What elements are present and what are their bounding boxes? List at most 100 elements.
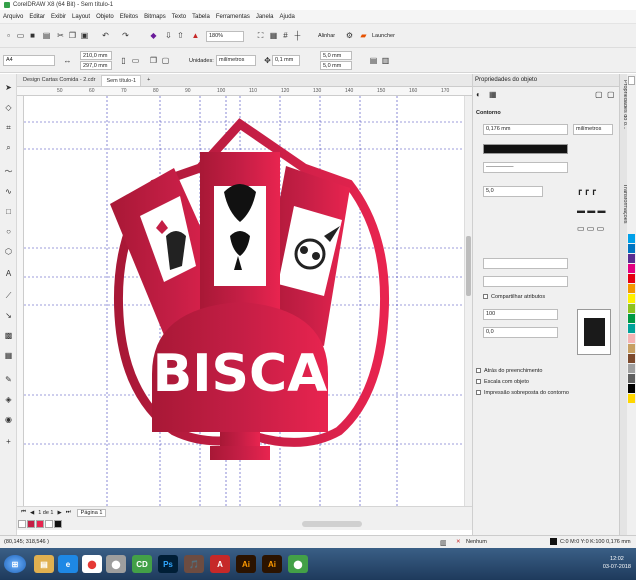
open-icon[interactable]: ▭ <box>15 30 26 41</box>
color-swatch[interactable] <box>628 244 635 253</box>
menu-efeitos[interactable]: Efeitos <box>120 14 138 20</box>
pdf-export-icon[interactable]: ▲ <box>190 30 201 41</box>
menu-ajuda[interactable]: Ajuda <box>280 14 295 20</box>
color-swatch[interactable] <box>628 364 635 373</box>
rectangle-tool-icon[interactable]: □ <box>3 206 14 217</box>
eyedropper-icon[interactable]: ✎ <box>3 374 14 385</box>
illustrator-second-icon[interactable]: Ai <box>262 555 282 573</box>
nudge-field[interactable]: 0,1 mm <box>272 55 300 66</box>
app-icon[interactable]: ⬤ <box>106 555 126 573</box>
new-document-icon[interactable]: ▫ <box>3 30 14 41</box>
first-page-icon[interactable]: ⏮ <box>21 509 26 516</box>
landscape-icon[interactable]: ▭ <box>130 55 141 66</box>
panel-options-icon[interactable]: ▢ <box>595 90 603 99</box>
tab-sem-titulo[interactable]: Sem título-1 <box>101 75 142 86</box>
coreldraw-icon[interactable]: CD <box>132 555 152 573</box>
color-swatch[interactable] <box>628 264 635 273</box>
behind-fill-checkbox[interactable]: Atrás do preenchimento <box>476 368 542 374</box>
zoom-tool-icon[interactable]: ⌕ <box>3 142 14 153</box>
redo-icon[interactable]: ↷ <box>120 30 131 41</box>
line-cap-icon[interactable]: ▬ ▬ ▬ <box>577 206 605 215</box>
angle-field[interactable]: 0,0 <box>483 327 558 338</box>
color-swatch[interactable] <box>628 344 635 353</box>
save-icon[interactable]: ■ <box>27 30 38 41</box>
current-page-icon[interactable]: ▢ <box>160 55 171 66</box>
fill-tab-icon[interactable]: ◐ <box>476 90 481 99</box>
add-tool-icon[interactable]: + <box>3 436 14 447</box>
page-tab[interactable]: Página 1 <box>76 508 107 517</box>
polygon-tool-icon[interactable]: ⬡ <box>3 246 14 257</box>
parallel-dimension-icon[interactable]: ⟋ <box>3 290 14 301</box>
menu-ferramentas[interactable]: Ferramentas <box>216 14 250 20</box>
system-clock[interactable]: 12:02 03-07-2018 <box>603 555 631 571</box>
zoom-level-field[interactable]: 180% <box>206 31 244 42</box>
photoshop-icon[interactable]: Ps <box>158 555 178 573</box>
print-icon[interactable]: ▤ <box>41 30 52 41</box>
export-icon[interactable]: ⇧ <box>175 30 186 41</box>
connector-tool-icon[interactable]: ↘ <box>3 310 14 321</box>
crop-tool-icon[interactable]: ⌗ <box>3 122 14 133</box>
page-background-icon[interactable]: ▥ <box>380 55 391 66</box>
color-swatch[interactable] <box>628 334 635 343</box>
start-button-icon[interactable]: ⊞ <box>4 555 26 573</box>
menu-editar[interactable]: Editar <box>29 14 45 20</box>
overprint-checkbox[interactable]: Impressão sobreposta do contorno <box>476 390 569 396</box>
outline-units-select[interactable]: milímetros <box>573 124 613 135</box>
position-icon[interactable]: ▭ ▭ ▭ <box>577 224 604 233</box>
settings-gear-icon[interactable]: ⚙ <box>344 30 355 41</box>
vertical-ruler[interactable] <box>17 96 24 506</box>
menu-layout[interactable]: Layout <box>72 14 90 20</box>
menu-janela[interactable]: Janela <box>256 14 274 20</box>
color-swatch-none[interactable] <box>628 76 635 85</box>
share-attributes-checkbox[interactable]: Compartilhar atributos <box>483 294 545 300</box>
snap-to-label[interactable]: Alinhar <box>318 33 335 39</box>
color-swatch[interactable] <box>628 354 635 363</box>
copy-icon[interactable]: ❐ <box>67 30 78 41</box>
launcher-label[interactable]: Launcher <box>372 33 395 39</box>
horizontal-scrollbar[interactable] <box>302 521 362 527</box>
rulers-icon[interactable]: ▦ <box>268 30 279 41</box>
color-swatch[interactable] <box>628 234 635 243</box>
portrait-icon[interactable]: ▯ <box>118 55 129 66</box>
outline-style-select[interactable]: ————— <box>483 162 568 173</box>
corner-style-icon[interactable]: ┏ ┏ ┏ <box>577 186 596 195</box>
corner-value-field[interactable]: 5,0 <box>483 186 543 197</box>
internet-explorer-icon[interactable]: e <box>58 555 78 573</box>
ellipse-tool-icon[interactable]: ○ <box>3 226 14 237</box>
color-swatch[interactable] <box>628 394 635 403</box>
acrobat-icon[interactable]: A <box>210 555 230 573</box>
page-size-select[interactable]: A4 <box>3 55 55 66</box>
center-card[interactable] <box>200 152 280 312</box>
page-height-field[interactable]: 297,0 mm <box>80 61 112 70</box>
all-pages-icon[interactable]: ❐ <box>148 55 159 66</box>
transparency-tab-icon[interactable]: ▦ <box>489 90 497 99</box>
color-swatch[interactable] <box>628 384 635 393</box>
stretch-field[interactable]: 100 <box>483 309 558 320</box>
next-page-icon[interactable]: ▶ <box>57 510 61 516</box>
palette-swatch[interactable] <box>18 520 26 528</box>
smart-fill-icon[interactable]: ◉ <box>3 414 14 425</box>
new-tab-plus-icon[interactable]: + <box>143 75 154 86</box>
palette-swatch[interactable] <box>36 520 44 528</box>
start-arrow-select[interactable] <box>483 258 568 269</box>
scrollbar-thumb[interactable] <box>466 236 471 296</box>
palette-swatch[interactable] <box>27 520 35 528</box>
launcher-icon[interactable]: ▰ <box>358 30 369 41</box>
color-swatch[interactable] <box>628 314 635 323</box>
media-player-icon[interactable]: 🎵 <box>184 555 204 573</box>
app-green-icon[interactable]: ⬤ <box>288 555 308 573</box>
palette-swatch[interactable] <box>45 520 53 528</box>
scale-with-object-checkbox[interactable]: Escala com objeto <box>476 379 529 385</box>
outline-color-picker[interactable] <box>483 144 568 154</box>
drop-shadow-icon[interactable]: ▩ <box>3 330 14 341</box>
menu-objeto[interactable]: Objeto <box>96 14 114 20</box>
tab-design-cartas[interactable]: Design Cartas Comida - 2.cdr <box>19 75 99 86</box>
chrome-icon[interactable]: ⬤ <box>82 555 102 573</box>
units-select[interactable]: milímetros <box>216 55 256 66</box>
end-arrow-select[interactable] <box>483 276 568 287</box>
color-swatch[interactable] <box>628 324 635 333</box>
outline-width-field[interactable]: 0,176 mm <box>483 124 568 135</box>
freehand-tool-icon[interactable]: 〜 <box>3 166 14 177</box>
page-options-icon[interactable]: ▤ <box>368 55 379 66</box>
pick-tool-icon[interactable]: ➤ <box>3 82 14 93</box>
